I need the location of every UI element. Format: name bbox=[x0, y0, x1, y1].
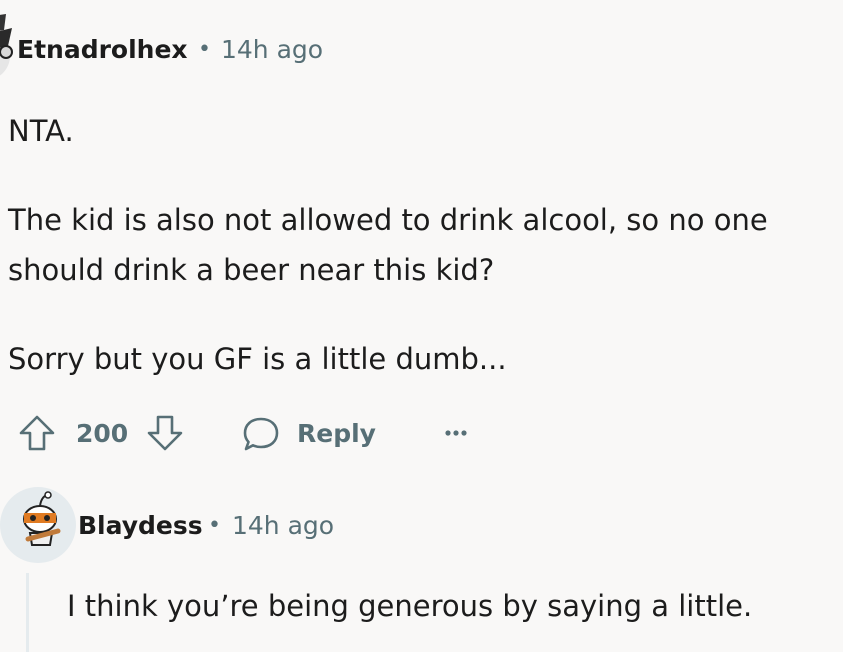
vote-score: 200 bbox=[76, 419, 129, 448]
comment-paragraph: NTA. bbox=[8, 114, 74, 148]
reply-avatar[interactable] bbox=[0, 483, 76, 563]
more-options-icon bbox=[445, 430, 467, 436]
comment-timestamp[interactable]: 14h ago bbox=[221, 33, 323, 67]
comment-author[interactable]: Etnadrolhex bbox=[17, 33, 188, 67]
reply-button[interactable] bbox=[241, 414, 281, 454]
comment-paragraph: The kid is also not allowed to drink alc… bbox=[8, 203, 768, 237]
reply-author[interactable]: Blaydess bbox=[78, 509, 203, 543]
upvote-icon bbox=[19, 415, 55, 451]
comment-paragraph: Sorry but you GF is a little dumb... bbox=[8, 342, 507, 376]
reply-label[interactable]: Reply bbox=[297, 416, 376, 452]
upvote-button[interactable] bbox=[17, 413, 57, 453]
meta-separator: • bbox=[198, 37, 211, 62]
avatar-image bbox=[0, 14, 13, 76]
reply-body: I think you’re being generous by saying … bbox=[67, 589, 753, 623]
downvote-icon bbox=[147, 415, 183, 451]
thread-line[interactable] bbox=[26, 573, 29, 652]
snoo-avatar-image bbox=[0, 487, 76, 563]
comment-paragraph: should drink a beer near this kid? bbox=[8, 253, 495, 287]
speech-bubble-icon bbox=[243, 417, 279, 451]
meta-separator: • bbox=[208, 513, 221, 538]
avatar[interactable] bbox=[0, 12, 14, 82]
reply-timestamp[interactable]: 14h ago bbox=[232, 509, 334, 543]
downvote-button[interactable] bbox=[145, 413, 185, 453]
more-options-button[interactable] bbox=[442, 425, 470, 441]
